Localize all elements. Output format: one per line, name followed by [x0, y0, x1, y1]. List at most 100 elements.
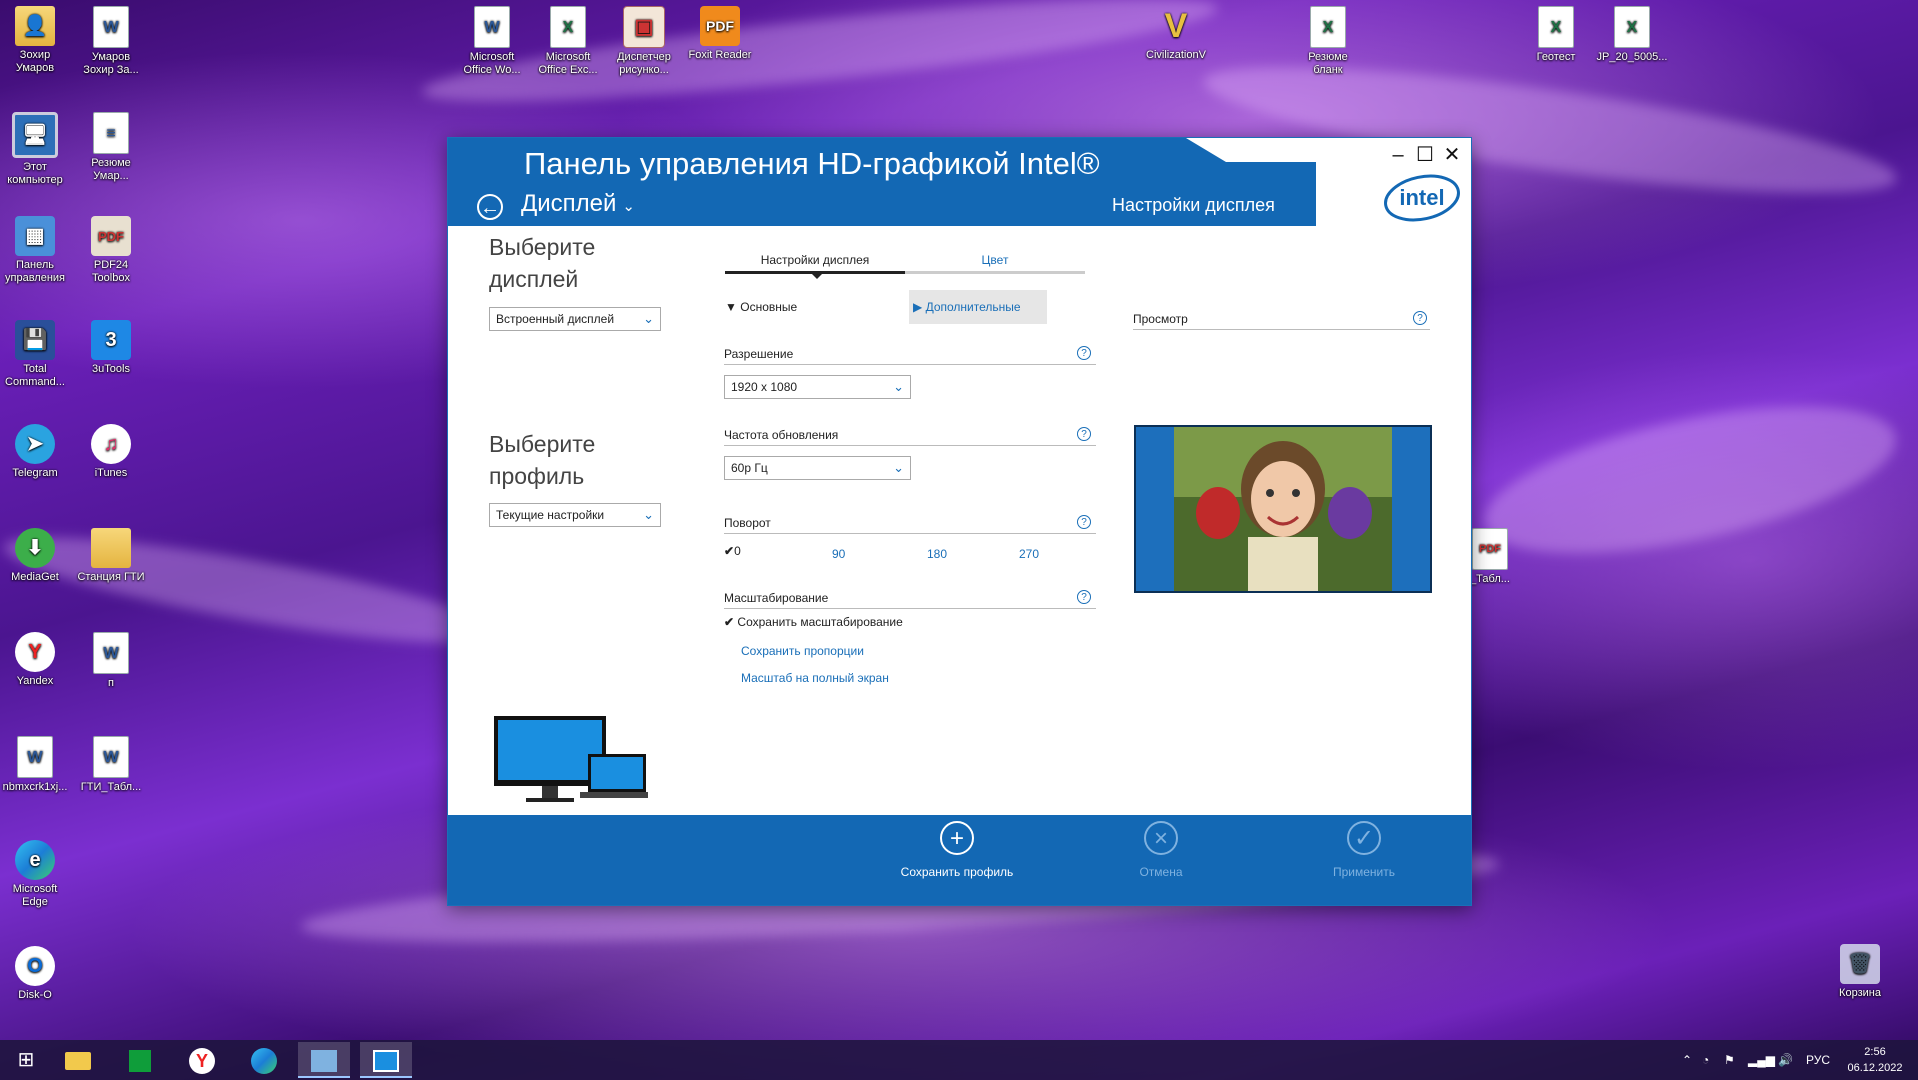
desktop-icon-yandex[interactable]: Y Yandex: [0, 632, 73, 688]
resolution-divider: [724, 364, 1096, 365]
tab-color[interactable]: Цвет: [905, 253, 1085, 267]
desktop-icon-mediaget[interactable]: ⬇ MediaGet: [0, 528, 73, 584]
scaling-option-aspect[interactable]: Сохранить пропорции: [741, 644, 864, 658]
desktop-icon-pdf24[interactable]: PDF PDF24 Toolbox: [73, 216, 149, 285]
desktop-icon-3utools[interactable]: 3 3uTools: [73, 320, 149, 376]
desktop-icon-foxit[interactable]: PDF Foxit Reader: [682, 6, 758, 62]
rotation-divider: [724, 533, 1096, 534]
desktop-icon-geotest[interactable]: X Геотест: [1518, 6, 1594, 64]
desktop-icon-recycle-bin[interactable]: 🗑 Корзина: [1822, 944, 1898, 1000]
desktop-icon-label: Умаров Зохир За...: [83, 51, 139, 76]
desktop-icon-resume-pdf[interactable]: ≡ Резюме Умар...: [73, 112, 149, 183]
profile-select[interactable]: Текущие настройки ⌄: [489, 503, 661, 527]
desktop-icon-this-pc[interactable]: 🖥 Этот компьютер: [0, 112, 73, 187]
section-label: Дисплей: [521, 190, 617, 217]
resolution-label: Разрешение: [724, 347, 794, 361]
start-button[interactable]: ⊞: [0, 1042, 52, 1078]
rotation-option-label: 0: [734, 544, 741, 558]
desktop-icon-label: Геотест: [1536, 51, 1576, 63]
save-profile-button[interactable]: + Сохранить профиль: [897, 821, 1017, 879]
tray-volume-icon[interactable]: 🔊: [1778, 1040, 1793, 1080]
floppy-icon: 💾: [15, 320, 55, 360]
tray-clock[interactable]: 2:56 06.12.2022: [1840, 1044, 1910, 1076]
help-icon[interactable]: ?: [1077, 346, 1091, 360]
window-title: Панель управления HD-графикой Intel®: [524, 146, 1100, 181]
desktop-icon-user-folder[interactable]: 👤 Зохир Умаров: [0, 6, 73, 75]
maximize-button[interactable]: ☐: [1412, 142, 1438, 168]
desktop-icon-label: Microsoft Office Wo...: [463, 51, 521, 76]
chevron-down-icon: ⌄: [643, 507, 654, 522]
tab-display-settings[interactable]: Настройки дисплея: [725, 253, 905, 267]
desktop-icon-label: nbmxcrk1xj...: [2, 781, 68, 793]
tray-clock-icon[interactable]: ◔: [1702, 1040, 1709, 1080]
cancel-button[interactable]: × Отмена: [1101, 821, 1221, 879]
desktop-icon-picture-manager[interactable]: ▣ Диспетчер рисунко...: [606, 6, 682, 77]
apply-button[interactable]: ✓ Применить: [1304, 821, 1424, 879]
refresh-rate-label: Частота обновления: [724, 428, 839, 442]
desktop-icon-label: Foxit Reader: [688, 49, 752, 61]
desktop-icon-edge[interactable]: e Microsoft Edge: [0, 840, 73, 909]
resolution-select[interactable]: 1920 x 1080 ⌄: [724, 375, 911, 399]
desktop-icon-word-gti[interactable]: W ГТИ_Табл...: [73, 736, 149, 794]
subtab-basic[interactable]: ▼ Основные: [725, 300, 797, 314]
excel-icon: X: [550, 6, 586, 48]
tray-network-icon[interactable]: ▂▄▆: [1748, 1040, 1775, 1080]
scaling-divider: [724, 608, 1096, 609]
desktop-icon-civilization[interactable]: V CivilizationV: [1138, 6, 1214, 62]
rotation-option-270[interactable]: 270: [1019, 547, 1039, 561]
tray-date: 06.12.2022: [1847, 1062, 1903, 1074]
desktop-icon-telegram[interactable]: ➤ Telegram: [0, 424, 73, 480]
help-icon[interactable]: ?: [1077, 427, 1091, 441]
scaling-option-fullscreen[interactable]: Масштаб на полный экран: [741, 671, 889, 685]
tray-overflow-icon[interactable]: ⌃: [1682, 1040, 1692, 1080]
desktop-icon-word-nbm[interactable]: W nbmxcrk1xj...: [0, 736, 73, 794]
desktop-icon-disk-o[interactable]: O Disk-O: [0, 946, 73, 1002]
close-button[interactable]: ✕: [1439, 142, 1465, 168]
taskbar-yandex[interactable]: Y: [176, 1042, 228, 1078]
tray-flag-icon[interactable]: ⚑: [1724, 1040, 1735, 1080]
back-button[interactable]: ←: [477, 194, 503, 220]
desktop-icon-ms-excel[interactable]: X Microsoft Office Exc...: [530, 6, 606, 77]
header-subtitle: Настройки дисплея: [1112, 195, 1275, 215]
display-select[interactable]: Встроенный дисплей ⌄: [489, 307, 661, 331]
refresh-rate-select[interactable]: 60p Гц ⌄: [724, 456, 911, 480]
check-icon: ✓: [1347, 821, 1381, 855]
desktop-icon-ms-word[interactable]: W Microsoft Office Wo...: [454, 6, 530, 77]
taskbar-intel-graphics[interactable]: [360, 1042, 412, 1078]
rotation-option-90[interactable]: 90: [832, 547, 845, 561]
desktop-icon-gti-folder[interactable]: Станция ГТИ: [73, 528, 149, 584]
tray-language[interactable]: РУС: [1806, 1040, 1830, 1080]
subtab-advanced[interactable]: ▶ Дополнительные: [909, 290, 1047, 324]
taskbar-file-explorer[interactable]: [52, 1042, 104, 1078]
help-icon[interactable]: ?: [1077, 590, 1091, 604]
rotation-option-180[interactable]: 180: [927, 547, 947, 561]
yandex-icon: Y: [15, 632, 55, 672]
word-doc-icon: W: [93, 632, 129, 674]
desktop-icon-itunes[interactable]: ♫ iTunes: [73, 424, 149, 480]
taskbar: ⊞ Y ⌃ ◔ ⚑ ▂▄▆ 🔊 РУС 2:56 06.12.2022: [0, 1040, 1918, 1080]
apply-label: Применить: [1332, 865, 1395, 879]
taskbar-control-panel[interactable]: [298, 1042, 350, 1078]
taskbar-store[interactable]: [114, 1042, 166, 1078]
help-icon[interactable]: ?: [1413, 311, 1427, 325]
help-icon[interactable]: ?: [1077, 515, 1091, 529]
desktop-icon-label: Total Command...: [5, 363, 65, 388]
minimize-button[interactable]: –: [1385, 142, 1411, 168]
desktop-icon-jp-file[interactable]: X JP_20_5005...: [1594, 6, 1670, 64]
taskbar-edge[interactable]: [238, 1042, 290, 1078]
checkmark-icon: ✔: [724, 615, 735, 629]
desktop-icon-label: 3uTools: [92, 363, 130, 375]
rotation-option-0[interactable]: ✔0: [724, 544, 741, 558]
desktop-icon-word-doc[interactable]: W Умаров Зохир За...: [73, 6, 149, 77]
desktop-icon-resume-blank[interactable]: X Резюме бланк: [1290, 6, 1366, 77]
desktop-icon-label: Панель управления: [5, 259, 65, 284]
mediaget-icon: ⬇: [15, 528, 55, 568]
section-dropdown[interactable]: Дисплей ⌄: [521, 190, 635, 218]
scaling-option-maintain[interactable]: ✔ Сохранить масштабирование: [724, 615, 903, 629]
desktop-icon-total-commander[interactable]: 💾 Total Command...: [0, 320, 73, 389]
desktop-icon-word-n[interactable]: W п: [73, 632, 149, 690]
yandex-icon: Y: [189, 1047, 215, 1074]
intel-graphics-window: Панель управления HD-графикой Intel® ← Д…: [447, 137, 1472, 906]
chevron-down-icon: ⌄: [622, 198, 635, 215]
desktop-icon-control-panel[interactable]: ▦ Панель управления: [0, 216, 73, 285]
